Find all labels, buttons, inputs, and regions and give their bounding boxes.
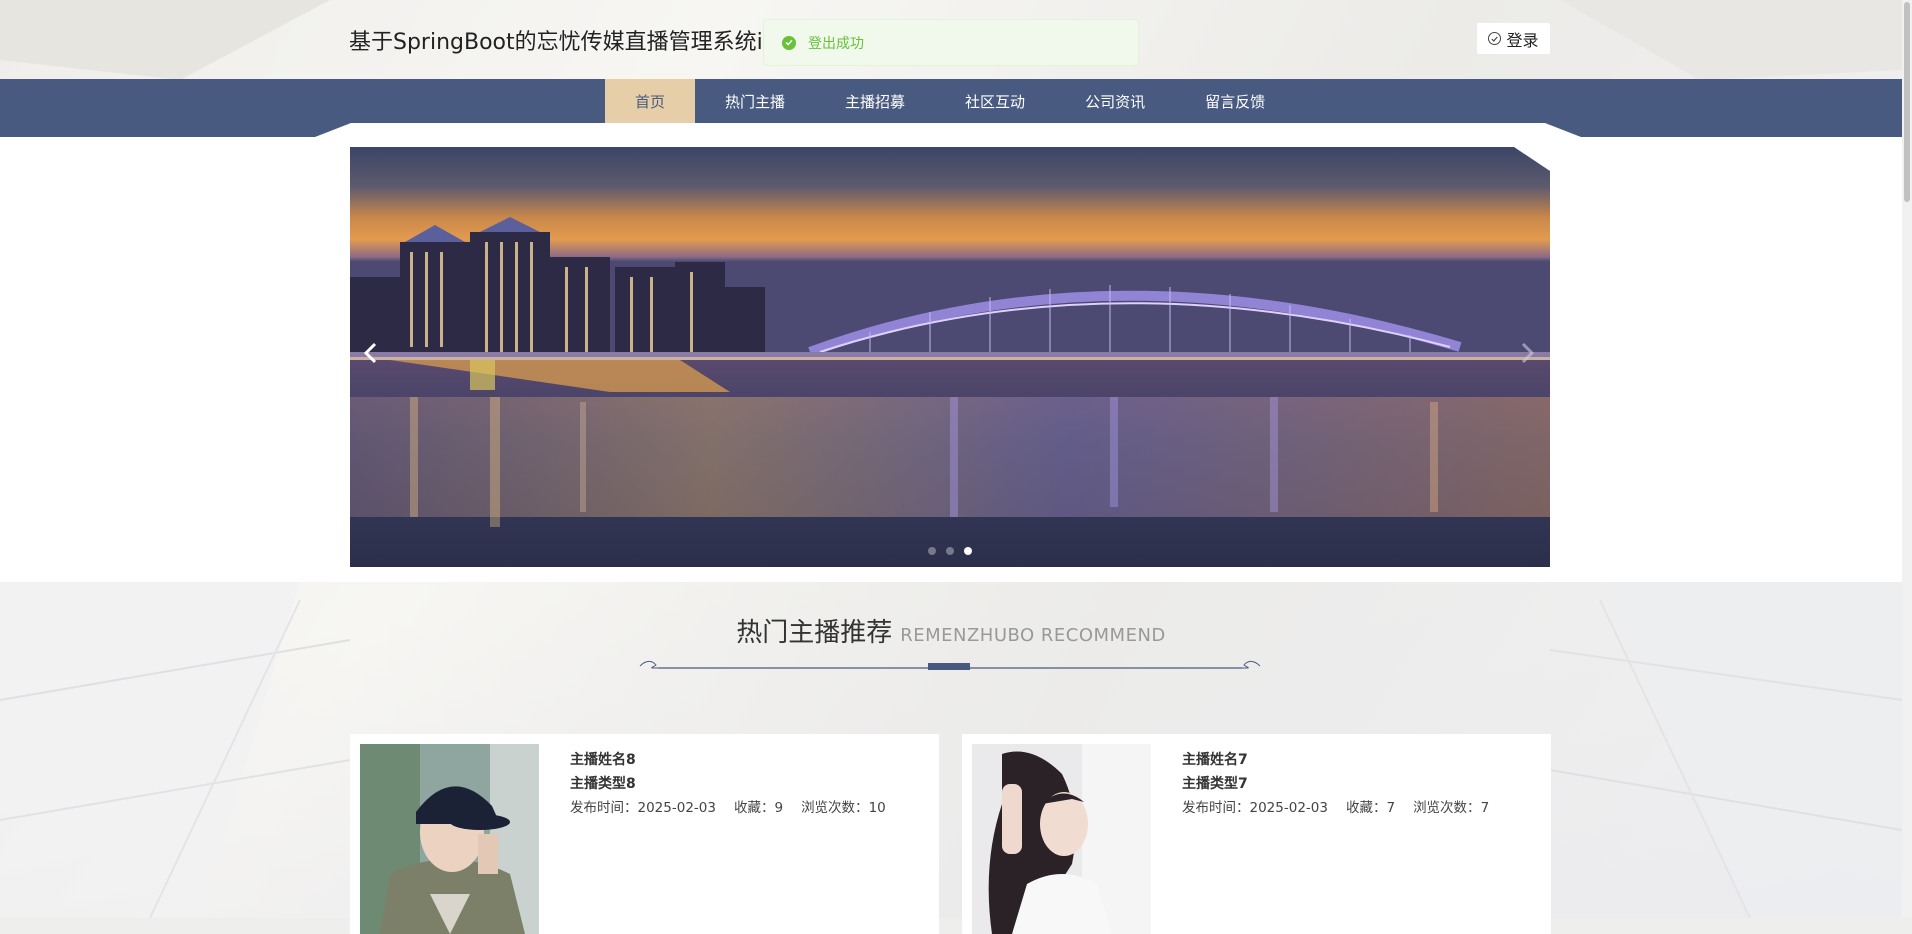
views: 浏览次数：10 [801, 800, 886, 816]
login-button[interactable]: 登录 [1477, 23, 1550, 54]
section-title-cn: 热门主播推荐 [736, 618, 893, 648]
anchor-info: 主播姓名8 主播类型8 发布时间：2025-02-03 收藏：9 浏览次数：10 [570, 748, 904, 820]
carousel-dot-1[interactable] [928, 547, 936, 555]
anchor-card[interactable]: 主播姓名7 主播类型7 发布时间：2025-02-03 收藏：7 浏览次数：7 [962, 734, 1551, 934]
nav-tab-anchor-recruit[interactable]: 主播招募 [815, 79, 935, 123]
favorites: 收藏：7 [1346, 800, 1395, 816]
favorites: 收藏：9 [734, 800, 783, 816]
main-nav: 首页 热门主播 主播招募 社区互动 公司资讯 留言反馈 [0, 79, 1902, 137]
carousel-prev-arrow-icon[interactable] [358, 341, 382, 365]
publish-label: 发布时间： [570, 800, 638, 816]
views-count: 10 [868, 800, 886, 816]
anchor-meta: 发布时间：2025-02-03 收藏：9 浏览次数：10 [570, 796, 904, 820]
anchor-type: 主播类型7 [1182, 776, 1248, 792]
nav-tab-company-news[interactable]: 公司资讯 [1055, 79, 1175, 123]
check-circle-icon [1488, 32, 1502, 45]
carousel-next-arrow-icon[interactable] [1516, 341, 1540, 365]
publish-label: 发布时间： [1182, 800, 1250, 816]
carousel-dot-3[interactable] [964, 547, 972, 555]
anchor-name: 主播姓名8 [570, 752, 636, 768]
nav-tab-home[interactable]: 首页 [605, 79, 696, 123]
anchor-photo[interactable] [972, 744, 1151, 934]
anchor-meta: 发布时间：2025-02-03 收藏：7 浏览次数：7 [1182, 796, 1507, 820]
anchor-photo[interactable] [360, 744, 539, 934]
views-count: 7 [1480, 800, 1490, 816]
logout-success-toast: 登出成功 [763, 19, 1139, 66]
fav-count: 7 [1386, 800, 1396, 816]
section-header: 热门主播推荐 REMENZHUBO RECOMMEND [0, 612, 1902, 649]
nav-tab-feedback[interactable]: 留言反馈 [1175, 79, 1295, 123]
anchor-type: 主播类型8 [570, 776, 636, 792]
views-label: 浏览次数： [1413, 800, 1481, 816]
fav-label: 收藏： [733, 800, 775, 816]
fav-count: 9 [774, 800, 784, 816]
login-label: 登录 [1506, 30, 1539, 50]
nav-tab-community[interactable]: 社区互动 [935, 79, 1055, 123]
section-divider-ornament [639, 660, 1261, 670]
nav-tabs: 首页 热门主播 主播招募 社区互动 公司资讯 留言反馈 [605, 79, 1295, 123]
views: 浏览次数：7 [1413, 800, 1489, 816]
fav-label: 收藏： [1345, 800, 1387, 816]
carousel-dots [928, 547, 972, 555]
page-scrollbar[interactable] [1902, 0, 1912, 918]
publish-time: 发布时间：2025-02-03 [570, 800, 716, 816]
nav-notch-shape [315, 123, 1581, 137]
nav-tab-hot-anchors[interactable]: 热门主播 [695, 79, 815, 123]
success-check-icon [782, 35, 796, 50]
scrollbar-thumb[interactable] [1904, 2, 1910, 202]
anchor-info: 主播姓名7 主播类型7 发布时间：2025-02-03 收藏：7 浏览次数：7 [1182, 748, 1507, 820]
site-title: 基于SpringBoot的忘忧传媒直播管理系统i [349, 30, 763, 55]
hero-carousel[interactable] [350, 147, 1550, 567]
publish-date: 2025-02-03 [637, 800, 716, 816]
carousel-slide-image [350, 147, 1550, 567]
toast-message: 登出成功 [808, 35, 864, 52]
publish-date: 2025-02-03 [1249, 800, 1328, 816]
anchor-name: 主播姓名7 [1182, 752, 1248, 768]
section-title-en: REMENZHUBO RECOMMEND [900, 625, 1166, 646]
carousel-dot-2[interactable] [946, 547, 954, 555]
publish-time: 发布时间：2025-02-03 [1182, 800, 1328, 816]
views-label: 浏览次数： [801, 800, 869, 816]
anchor-card[interactable]: 主播姓名8 主播类型8 发布时间：2025-02-03 收藏：9 浏览次数：10 [350, 734, 939, 934]
